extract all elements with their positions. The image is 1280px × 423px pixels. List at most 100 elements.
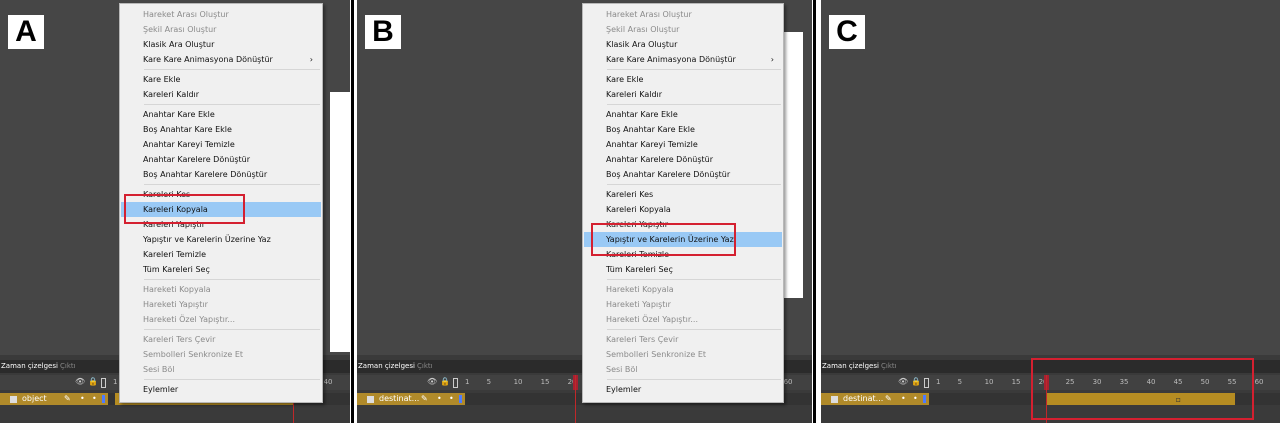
ruler-label: 60: [1254, 378, 1264, 386]
menu-item[interactable]: Kareleri Ters Çevir: [584, 332, 782, 347]
menu-item-label: Hareket Arası Oluştur: [606, 10, 692, 19]
menu-item[interactable]: Anahtar Kareyi Temizle: [121, 137, 321, 152]
menu-item[interactable]: Klasik Ara Oluştur: [121, 37, 321, 52]
eye-icon[interactable]: 👁: [75, 377, 85, 386]
menu-item[interactable]: Kareleri Kaldır: [584, 87, 782, 102]
menu-item[interactable]: Anahtar Kare Ekle: [121, 107, 321, 122]
menu-item[interactable]: Sesi Böl: [121, 362, 321, 377]
menu-item[interactable]: Boş Anahtar Kare Ekle: [584, 122, 782, 137]
menu-item[interactable]: Anahtar Kareyi Temizle: [584, 137, 782, 152]
menu-item[interactable]: Sembolleri Senkronize Et: [584, 347, 782, 362]
menu-separator: [607, 184, 781, 185]
menu-item[interactable]: Kareleri Temizle: [121, 247, 321, 262]
menu-separator: [144, 184, 320, 185]
menu-item[interactable]: Hareket Arası Oluştur: [121, 7, 321, 22]
lock-icon[interactable]: 🔒: [440, 377, 450, 386]
menu-item-label: Sembolleri Senkronize Et: [606, 350, 707, 359]
tab-timeline[interactable]: Zaman çizelgesi: [358, 362, 415, 370]
tab-output[interactable]: Çıktı: [417, 362, 433, 370]
lock-dot: •: [913, 394, 918, 403]
menu-item[interactable]: Şekil Arası Oluştur: [584, 22, 782, 37]
menu-item-label: Klasik Ara Oluştur: [143, 40, 215, 49]
menu-item[interactable]: Şekil Arası Oluştur: [121, 22, 321, 37]
menu-item[interactable]: Hareketi Yapıştır: [121, 297, 321, 312]
menu-item-label: Hareketi Yapıştır: [143, 300, 208, 309]
menu-item[interactable]: Yapıştır ve Karelerin Üzerine Yaz: [121, 232, 321, 247]
ruler-label: 15: [1011, 378, 1021, 386]
menu-item[interactable]: Hareketi Özel Yapıştır...: [584, 312, 782, 327]
menu-item-label: Kareleri Kopyala: [606, 205, 671, 214]
menu-item[interactable]: Kare Kare Animasyona Dönüştür ›: [121, 52, 321, 67]
chevron-right-icon: ›: [309, 55, 313, 64]
ruler-label: 5: [486, 378, 492, 386]
menu-item-label: Anahtar Kare Ekle: [606, 110, 678, 119]
eye-icon[interactable]: 👁: [427, 377, 437, 386]
menu-item[interactable]: Anahtar Karelere Dönüştür: [121, 152, 321, 167]
layer-name[interactable]: destinat...: [843, 394, 883, 403]
menu-item-label: Sembolleri Senkronize Et: [143, 350, 244, 359]
menu-item-label: Kareleri Kaldır: [606, 90, 663, 99]
eye-icon[interactable]: 👁: [898, 377, 908, 386]
menu-separator: [607, 69, 781, 70]
layer-name[interactable]: object: [22, 394, 47, 403]
tab-timeline[interactable]: Zaman çizelgesi: [822, 362, 879, 370]
menu-item-label: Anahtar Kare Ekle: [143, 110, 215, 119]
pencil-icon: ✎: [885, 394, 892, 403]
panel-label: A: [8, 15, 44, 49]
menu-item[interactable]: Hareketi Yapıştır: [584, 297, 782, 312]
ruler-label: 10: [984, 378, 994, 386]
menu-separator: [144, 104, 320, 105]
menu-item[interactable]: Anahtar Karelere Dönüştür: [584, 152, 782, 167]
layer-header[interactable]: destinat... ✎ • •: [357, 393, 465, 405]
menu-item[interactable]: Sesi Böl: [584, 362, 782, 377]
layer-name[interactable]: destinat...: [379, 394, 419, 403]
lock-dot: •: [92, 394, 97, 403]
background-window: [330, 92, 350, 352]
tab-timeline[interactable]: Zaman çizelgesi: [1, 362, 58, 370]
menu-item[interactable]: Kareleri Kaldır: [121, 87, 321, 102]
menu-item[interactable]: Anahtar Kare Ekle: [584, 107, 782, 122]
menu-item[interactable]: Eylemler: [121, 382, 321, 397]
visible-dot: •: [901, 394, 906, 403]
annotation-box: [1031, 358, 1254, 420]
menu-item[interactable]: Kare Ekle: [584, 72, 782, 87]
menu-item[interactable]: Kare Kare Animasyona Dönüştür ›: [584, 52, 782, 67]
menu-item[interactable]: Boş Anahtar Karelere Dönüştür: [584, 167, 782, 182]
menu-item[interactable]: Boş Anahtar Karelere Dönüştür: [121, 167, 321, 182]
menu-item[interactable]: Hareket Arası Oluştur: [584, 7, 782, 22]
menu-separator: [607, 379, 781, 380]
menu-item-label: Yapıştır ve Karelerin Üzerine Yaz: [143, 235, 271, 244]
menu-item[interactable]: Kare Ekle: [121, 72, 321, 87]
lock-icon[interactable]: 🔒: [911, 377, 921, 386]
lock-icon[interactable]: 🔒: [88, 377, 98, 386]
menu-item[interactable]: Kareleri Kopyala: [584, 202, 782, 217]
menu-item-label: Hareketi Yapıştır: [606, 300, 671, 309]
menu-item-label: Anahtar Karelere Dönüştür: [143, 155, 251, 164]
outline-icon[interactable]: [101, 378, 106, 388]
menu-item-label: Hareketi Özel Yapıştır...: [606, 315, 699, 324]
playhead[interactable]: [575, 375, 576, 423]
menu-item[interactable]: Boş Anahtar Kare Ekle: [121, 122, 321, 137]
menu-item-label: Boş Anahtar Karelere Dönüştür: [606, 170, 731, 179]
menu-item[interactable]: Eylemler: [584, 382, 782, 397]
lock-dot: •: [449, 394, 454, 403]
menu-item[interactable]: Kareleri Ters Çevir: [121, 332, 321, 347]
menu-item[interactable]: Kareleri Kes: [584, 187, 782, 202]
menu-item-label: Anahtar Kareyi Temizle: [606, 140, 698, 149]
menu-item[interactable]: Sembolleri Senkronize Et: [121, 347, 321, 362]
menu-item[interactable]: Tüm Kareleri Seç: [121, 262, 321, 277]
outline-icon[interactable]: [924, 378, 929, 388]
outline-icon[interactable]: [453, 378, 458, 388]
layer-header[interactable]: destinat... ✎ • •: [821, 393, 929, 405]
menu-item[interactable]: Tüm Kareleri Seç: [584, 262, 782, 277]
tab-output[interactable]: Çıktı: [60, 362, 76, 370]
menu-item[interactable]: Klasik Ara Oluştur: [584, 37, 782, 52]
menu-item-label: Hareketi Kopyala: [143, 285, 211, 294]
menu-separator: [144, 379, 320, 380]
layer-icon: [367, 396, 374, 403]
layer-header[interactable]: object ✎ • •: [0, 393, 108, 405]
menu-item[interactable]: Hareketi Özel Yapıştır...: [121, 312, 321, 327]
menu-item[interactable]: Hareketi Kopyala: [121, 282, 321, 297]
tab-output[interactable]: Çıktı: [881, 362, 897, 370]
menu-item[interactable]: Hareketi Kopyala: [584, 282, 782, 297]
